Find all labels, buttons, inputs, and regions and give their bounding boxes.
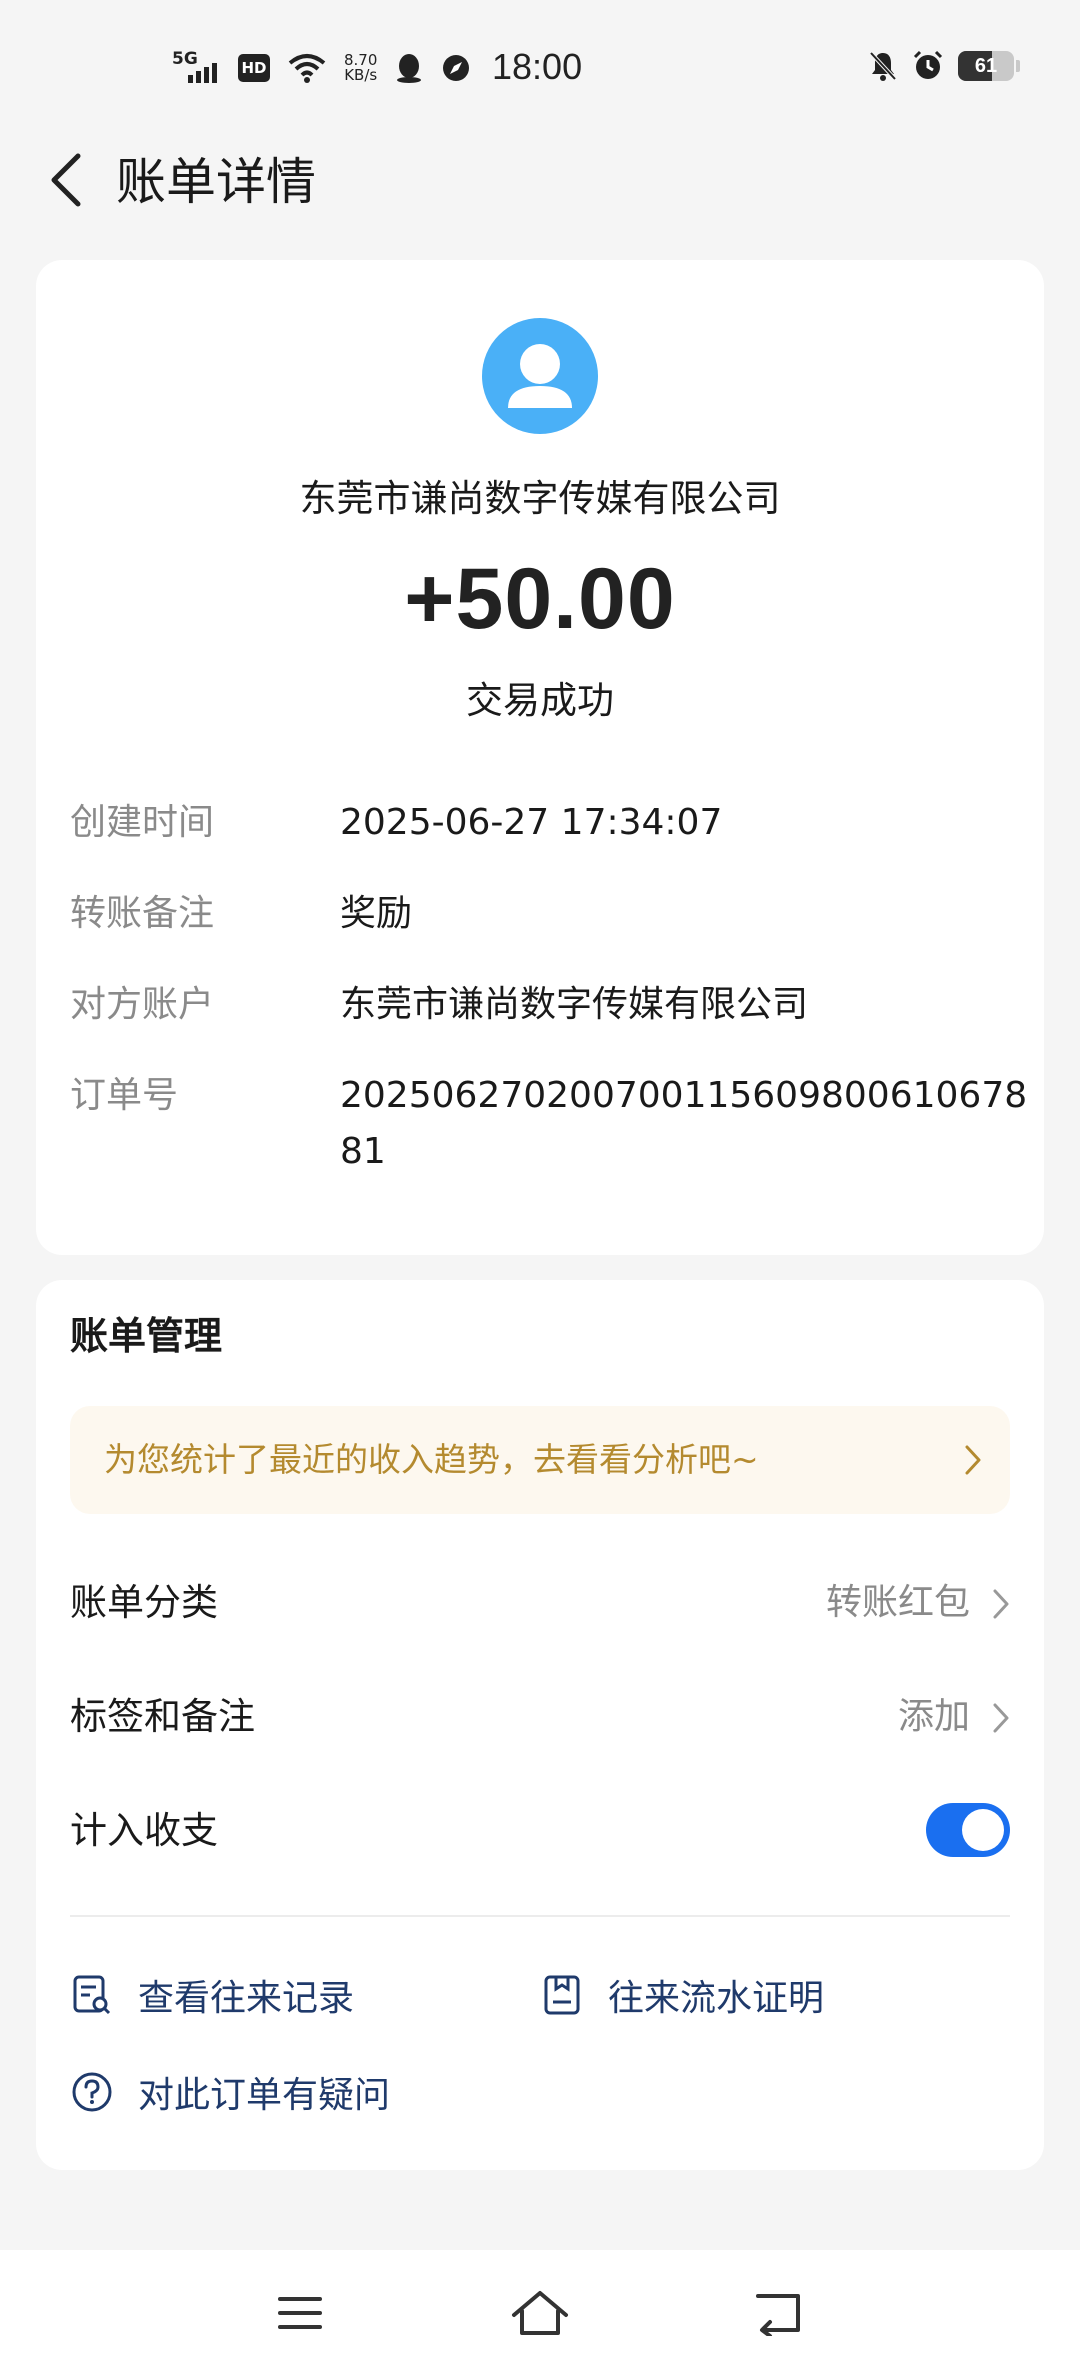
record-search-icon <box>70 1973 114 2017</box>
speed-unit: KB/s <box>344 66 378 84</box>
transaction-amount: +50.00 <box>404 551 676 647</box>
document-icon <box>540 1973 584 2017</box>
bell-muted-icon <box>869 51 897 81</box>
income-trend-banner[interactable]: 为您统计了最近的收入趋势，去看看分析吧~ <box>70 1406 1010 1514</box>
bill-category-row[interactable]: 账单分类 转账红包 <box>70 1568 1010 1638</box>
detail-row-transfer-note: 转账备注 奖励 <box>70 886 1020 946</box>
detail-label: 对方账户 <box>70 984 215 1025</box>
detail-row-counterparty: 对方账户 东莞市谦尚数字传媒有限公司 <box>70 977 1020 1037</box>
menu-icon <box>278 2297 322 2329</box>
chevron-left-icon <box>51 153 81 207</box>
chevron-right-icon <box>993 1703 1009 1733</box>
chevron-right-icon <box>965 1445 981 1475</box>
status-left: 5G HD 8.70 KB/s <box>172 46 471 90</box>
link-label: 对此订单有疑问 <box>138 2075 391 2116</box>
qq-icon <box>397 54 422 83</box>
status-right: 61 <box>868 50 1020 82</box>
hd-icon: HD <box>238 54 270 82</box>
row-label: 计入收支 <box>70 1809 218 1852</box>
include-in-balance-toggle[interactable] <box>926 1803 1010 1857</box>
menu-button[interactable] <box>265 2278 335 2348</box>
detail-label: 转账备注 <box>70 893 215 934</box>
alarm-icon <box>913 50 943 79</box>
battery-level: 61 <box>974 54 998 77</box>
header: 账单详情 <box>0 130 1080 250</box>
detail-label: 订单号 <box>70 1075 179 1116</box>
transaction-card: 东莞市谦尚数字传媒有限公司 +50.00 交易成功 创建时间 2025-06-2… <box>36 260 1044 1255</box>
payer-name: 东莞市谦尚数字传媒有限公司 <box>299 477 781 520</box>
page-title: 账单详情 <box>116 153 316 211</box>
back-nav-button[interactable] <box>745 2278 815 2348</box>
detail-value: 东莞市谦尚数字传媒有限公司 <box>340 984 809 1025</box>
view-history-link[interactable]: 查看往来记录 <box>70 1965 354 2025</box>
detail-row-order-number: 订单号 20250627020070011560980061067881 <box>70 1068 1027 1188</box>
battery-tip <box>1016 60 1020 72</box>
network-speed: 8.70 KB/s <box>344 53 377 83</box>
include-in-balance-row: 计入收支 <box>70 1796 1010 1866</box>
chevron-right-icon <box>993 1589 1009 1619</box>
order-number-value[interactable]: 20250627020070011560980061067881 <box>340 1068 1030 1180</box>
system-nav-bar <box>0 2250 1080 2376</box>
promo-text: 为您统计了最近的收入趋势，去看看分析吧~ <box>104 1440 759 1479</box>
battery-icon: 61 <box>958 51 1014 81</box>
help-circle-icon <box>70 2070 114 2114</box>
detail-row-created-time: 创建时间 2025-06-27 17:34:07 <box>70 795 1020 855</box>
tags-notes-row[interactable]: 标签和备注 添加 <box>70 1682 1010 1752</box>
detail-value: 奖励 <box>340 893 413 934</box>
link-label: 往来流水证明 <box>608 1978 825 2019</box>
bill-management-card: 账单管理 为您统计了最近的收入趋势，去看看分析吧~ 账单分类 转账红包 标签和备… <box>36 1280 1044 2170</box>
row-value: 转账红包 <box>825 1582 970 1623</box>
detail-value: 2025-06-27 17:34:07 <box>340 802 723 843</box>
section-title: 账单管理 <box>70 1314 223 1358</box>
detail-label: 创建时间 <box>70 802 215 843</box>
transaction-status: 交易成功 <box>466 679 614 722</box>
divider <box>70 1915 1010 1917</box>
user-avatar-icon <box>482 318 598 434</box>
back-button[interactable] <box>36 140 96 220</box>
row-label: 标签和备注 <box>70 1695 255 1738</box>
clock: 18:00 <box>492 46 583 87</box>
home-icon <box>512 2291 568 2335</box>
wifi-icon <box>288 54 326 83</box>
signal-icon: 5G <box>172 49 220 85</box>
status-bar: 5G HD 8.70 KB/s 18:00 61 <box>0 0 1080 130</box>
link-label: 查看往来记录 <box>138 1978 355 2019</box>
back-nav-icon <box>756 2294 800 2336</box>
order-question-link[interactable]: 对此订单有疑问 <box>70 2062 390 2122</box>
home-button[interactable] <box>505 2278 575 2348</box>
row-label: 账单分类 <box>70 1581 218 1624</box>
row-value: 添加 <box>897 1696 970 1737</box>
toggle-knob <box>962 1809 1004 1851</box>
flow-proof-link[interactable]: 往来流水证明 <box>540 1965 824 2025</box>
compass-app-icon <box>443 55 470 81</box>
